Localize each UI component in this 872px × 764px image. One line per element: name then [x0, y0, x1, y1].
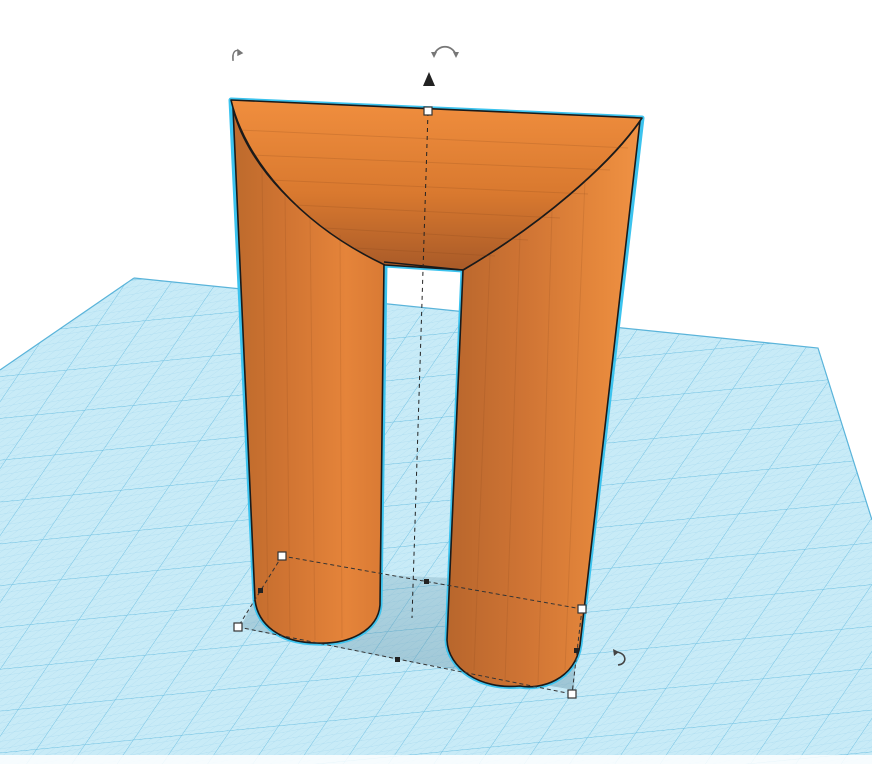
side-handle-front[interactable] [395, 657, 400, 662]
rotate-handle-left[interactable] [232, 48, 244, 61]
corner-handle-front-right[interactable] [567, 689, 577, 699]
lift-handle[interactable] [423, 72, 435, 86]
corner-handle-back-left[interactable] [277, 551, 287, 561]
rotate-curved-arrows-icon [431, 45, 459, 58]
workplane-grid[interactable] [0, 277, 872, 764]
side-handle-back[interactable] [424, 579, 429, 584]
height-handle[interactable] [423, 106, 433, 116]
3d-viewport[interactable] [0, 0, 872, 764]
corner-handle-front-left[interactable] [233, 622, 243, 632]
up-arrow-icon [423, 72, 435, 86]
side-handle-right[interactable] [574, 648, 579, 653]
rotate-arc-icon [232, 48, 244, 61]
corner-handle-back-right[interactable] [577, 604, 587, 614]
side-handle-left[interactable] [258, 588, 263, 593]
rotate-handle-top[interactable] [431, 45, 459, 58]
